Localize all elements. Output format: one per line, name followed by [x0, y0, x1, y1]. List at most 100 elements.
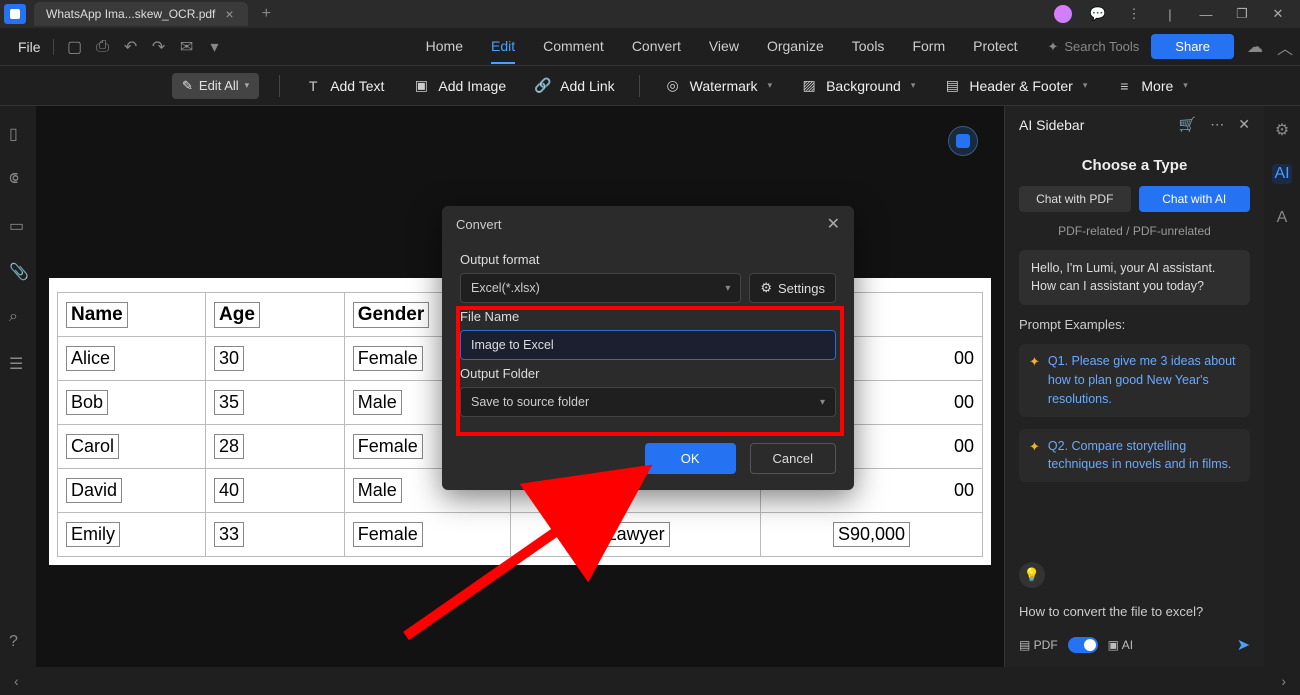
properties-icon[interactable]: ⚙ — [1272, 120, 1292, 140]
file-menu[interactable]: File — [6, 39, 54, 55]
ai-mode-label: ▣ AI — [1108, 638, 1133, 652]
file-name-input[interactable] — [460, 330, 836, 360]
example-text: Q2. Compare storytelling techniques in n… — [1048, 437, 1240, 475]
minimize-button[interactable]: — — [1196, 7, 1216, 22]
collapse-icon[interactable]: ︿ — [1276, 38, 1294, 56]
tab-organize[interactable]: Organize — [767, 30, 824, 64]
settings-button[interactable]: ⚙ Settings — [749, 273, 836, 303]
tab-home[interactable]: Home — [426, 30, 463, 64]
print-icon[interactable]: ⎙ — [94, 38, 112, 56]
tab-tools[interactable]: Tools — [852, 30, 885, 64]
maximize-button[interactable]: ❐ — [1232, 6, 1252, 22]
divider: | — [1160, 7, 1180, 22]
bookmark-icon[interactable]: ⟃ — [9, 170, 27, 188]
forward-icon[interactable]: › — [1281, 673, 1286, 689]
link-icon: 🔗 — [534, 77, 552, 95]
cart-icon[interactable]: 🛒 — [1179, 116, 1196, 133]
output-format-select[interactable]: Excel(*.xlsx) ▾ — [460, 273, 741, 303]
output-folder-label: Output Folder — [460, 366, 836, 381]
output-folder-value: Save to source folder — [471, 395, 589, 409]
dropdown-icon[interactable]: ▾ — [206, 38, 224, 56]
ai-prompt-input[interactable]: How to convert the file to excel? — [1005, 596, 1264, 627]
search-tools[interactable]: ✦ Search Tools — [1047, 39, 1139, 55]
header-cell: Gender — [353, 302, 430, 328]
new-tab-button[interactable]: + — [262, 5, 271, 23]
table-row: Emily33FemaleLawyerS90,000 — [58, 513, 983, 557]
translate-icon[interactable]: A — [1272, 208, 1292, 228]
menu-bar: File ▢ ⎙ ↶ ↷ ✉ ▾ Home Edit Comment Conve… — [0, 28, 1300, 66]
search-icon[interactable]: ⌕ — [9, 308, 27, 326]
chevron-down-icon: ▾ — [1183, 80, 1188, 91]
header-footer-icon: ▤ — [943, 77, 961, 95]
tab-protect[interactable]: Protect — [973, 30, 1017, 64]
add-link-label: Add Link — [560, 78, 614, 94]
watermark-button[interactable]: ◎Watermark▾ — [660, 77, 776, 95]
image-icon: ▣ — [412, 77, 430, 95]
attachment-icon[interactable]: 📎 — [9, 262, 27, 280]
ai-icon[interactable]: AI — [1272, 164, 1292, 184]
tab-convert[interactable]: Convert — [632, 30, 681, 64]
back-icon[interactable]: ‹ — [14, 673, 19, 689]
word-export-badge[interactable] — [948, 126, 978, 156]
cell: 00 — [954, 436, 974, 456]
chat-ai-tab[interactable]: Chat with AI — [1139, 186, 1251, 212]
prompt-example-1[interactable]: ✦ Q1. Please give me 3 ideas about how t… — [1019, 344, 1250, 416]
send-button[interactable]: ➤ — [1237, 635, 1250, 655]
background-icon: ▨ — [800, 77, 818, 95]
chat-pdf-tab[interactable]: Chat with PDF — [1019, 186, 1131, 212]
header-cell: Age — [214, 302, 260, 328]
tab-view[interactable]: View — [709, 30, 739, 64]
search-placeholder: Search Tools — [1064, 39, 1139, 54]
cell: Alice — [66, 346, 115, 371]
idea-button[interactable]: 💡 — [1019, 562, 1045, 588]
chevron-down-icon: ▾ — [820, 397, 825, 408]
comment-icon[interactable]: ▭ — [9, 216, 27, 234]
status-bar: ‹ › — [0, 667, 1300, 695]
left-rail: ▯ ⟃ ▭ 📎 ⌕ ☰ ? — [0, 106, 36, 667]
page-icon[interactable]: ▯ — [9, 124, 27, 142]
tab-comment[interactable]: Comment — [543, 30, 604, 64]
close-window-button[interactable]: ✕ — [1268, 6, 1288, 22]
add-image-button[interactable]: ▣Add Image — [408, 77, 510, 95]
chevron-down-icon: ▾ — [245, 80, 250, 91]
avatar[interactable] — [1054, 5, 1072, 23]
tab-form[interactable]: Form — [912, 30, 945, 64]
output-folder-select[interactable]: Save to source folder ▾ — [460, 387, 836, 417]
cloud-icon[interactable]: ☁ — [1246, 38, 1264, 56]
add-text-button[interactable]: TAdd Text — [300, 77, 388, 95]
close-icon[interactable]: ✕ — [1238, 116, 1250, 133]
cell: Male — [353, 478, 402, 503]
dialog-close-button[interactable]: ✕ — [827, 214, 840, 234]
header-footer-button[interactable]: ▤Header & Footer▾ — [939, 77, 1091, 95]
share-button[interactable]: Share — [1151, 34, 1234, 59]
edit-toolbar: ✎ Edit All ▾ TAdd Text ▣Add Image 🔗 Add L… — [0, 66, 1300, 106]
save-icon[interactable]: ▢ — [66, 38, 84, 56]
prompt-example-2[interactable]: ✦ Q2. Compare storytelling techniques in… — [1019, 429, 1250, 483]
tab-edit[interactable]: Edit — [491, 30, 515, 64]
chevron-down-icon: ▾ — [768, 80, 773, 91]
cancel-button[interactable]: Cancel — [750, 443, 836, 474]
help-icon[interactable]: ? — [9, 633, 27, 651]
cell: Female — [353, 434, 423, 459]
tab-close-icon[interactable]: × — [225, 6, 233, 22]
convert-dialog: Convert ✕ Output format Excel(*.xlsx) ▾ … — [442, 206, 854, 490]
layers-icon[interactable]: ☰ — [9, 354, 27, 372]
menu-dots-icon[interactable]: ⋮ — [1124, 6, 1144, 22]
ai-choose-heading: Choose a Type — [1019, 157, 1250, 174]
edit-all-button[interactable]: ✎ Edit All ▾ — [172, 73, 259, 99]
document-tab[interactable]: WhatsApp Ima...skew_OCR.pdf × — [34, 2, 248, 26]
undo-icon[interactable]: ↶ — [122, 38, 140, 56]
ellipsis-icon[interactable]: ⋯ — [1210, 116, 1224, 133]
redo-icon[interactable]: ↷ — [150, 38, 168, 56]
ok-button[interactable]: OK — [645, 443, 736, 474]
cell: 40 — [214, 478, 244, 503]
nav-tabs: Home Edit Comment Convert View Organize … — [426, 30, 1018, 64]
cell: 00 — [954, 348, 974, 368]
background-button[interactable]: ▨Background▾ — [796, 77, 919, 95]
add-link-button[interactable]: 🔗 Add Link — [530, 77, 618, 95]
edit-all-label: Edit All — [199, 78, 239, 93]
comment-icon[interactable]: 💬 — [1088, 6, 1108, 22]
mail-icon[interactable]: ✉ — [178, 38, 196, 56]
mode-toggle[interactable] — [1068, 637, 1098, 653]
more-button[interactable]: ≡More▾ — [1111, 77, 1191, 95]
